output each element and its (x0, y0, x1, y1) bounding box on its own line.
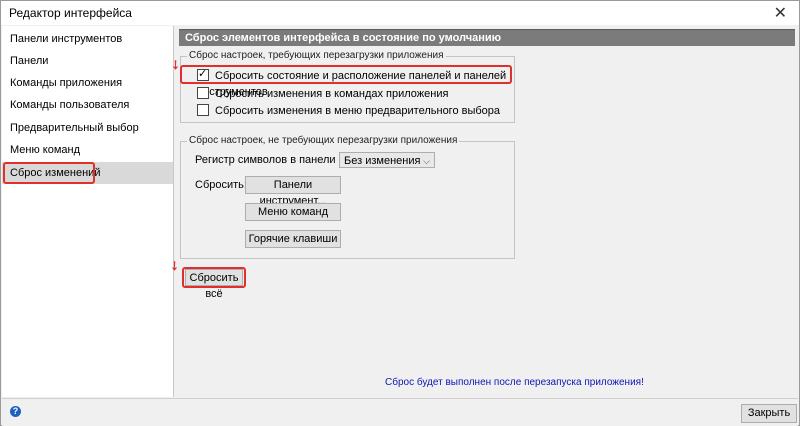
sidebar-item-command-menu[interactable]: Меню команд (2, 139, 173, 161)
sidebar: Панели инструментов Панели Команды прило… (2, 26, 174, 397)
title-bar: Редактор интерфейса ✕ (1, 1, 799, 25)
chevron-down-icon: ⌵ (423, 156, 430, 166)
reset-command-menu-button[interactable]: Меню команд (245, 203, 341, 221)
case-select[interactable]: Без изменения ⌵ (339, 152, 435, 168)
reset-preselection-label: Сбросить изменения в меню предварительно… (215, 105, 501, 117)
close-button[interactable]: Закрыть (741, 404, 797, 423)
sidebar-item-toolbars[interactable]: Панели инструментов (2, 28, 173, 50)
checkbox-highlight (180, 65, 512, 84)
reset-hotkeys-button[interactable]: Горячие клавиши (245, 230, 341, 248)
section-header: Сброс элементов интерфейса в состояние п… (179, 29, 795, 46)
checkbox-icon (197, 87, 209, 99)
window-title: Редактор интерфейса (9, 6, 132, 20)
sidebar-highlight (3, 162, 95, 184)
reset-app-commands-label: Сбросить изменения в командах приложения (215, 88, 449, 100)
restart-group-label: Сброс настроек, требующих перезагрузки п… (187, 50, 446, 61)
reset-label: Сбросить: (195, 179, 247, 191)
sidebar-item-preselection[interactable]: Предварительный выбор (2, 117, 173, 139)
footer-bar: ? Закрыть (2, 398, 798, 426)
reset-preselection-checkbox[interactable]: Сбросить изменения в меню предварительно… (197, 103, 500, 119)
case-select-value: Без изменения (344, 155, 421, 167)
section-title: Сброс элементов интерфейса в состояние п… (185, 32, 502, 44)
checkbox-icon (197, 104, 209, 116)
sidebar-item-user-commands[interactable]: Команды пользователя (2, 94, 173, 116)
norestart-group-label: Сброс настроек, не требующих перезагрузк… (187, 135, 460, 146)
reset-toolbars-button[interactable]: Панели инструмент... (245, 176, 341, 207)
restart-note: Сброс будет выполнен после перезапуска п… (385, 377, 644, 388)
close-icon[interactable]: ✕ (774, 3, 787, 23)
sidebar-item-app-commands[interactable]: Команды приложения (2, 72, 173, 94)
sidebar-item-panels[interactable]: Панели (2, 50, 173, 72)
reset-app-commands-checkbox[interactable]: Сбросить изменения в командах приложения (197, 86, 448, 102)
reset-all-highlight (182, 267, 246, 288)
help-icon[interactable]: ? (10, 406, 21, 417)
editor-window: Редактор интерфейса ✕ Панели инструменто… (0, 0, 800, 426)
